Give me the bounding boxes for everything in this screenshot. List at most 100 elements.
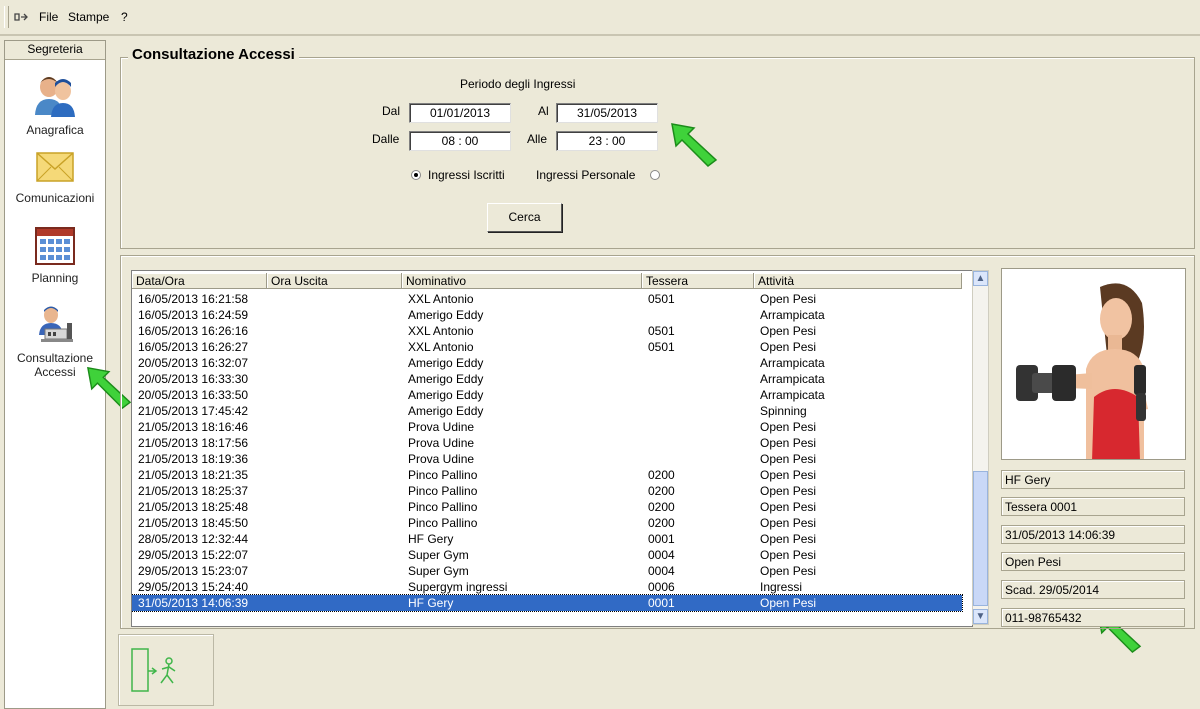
al-label: Al [538, 104, 549, 118]
member-photo-icon [1002, 269, 1185, 459]
radio-ingressi-iscritti[interactable] [411, 170, 421, 180]
table-row[interactable]: 21/05/2013 17:45:42 Amerigo Eddy Spinning [132, 403, 962, 419]
cell-nominativo: HF Gery [408, 532, 454, 546]
table-row[interactable]: 16/05/2013 16:24:59 Amerigo Eddy Arrampica… [132, 307, 962, 323]
sidebar-title: Segreteria [5, 41, 105, 60]
cell-data-ora: 21/05/2013 18:21:35 [138, 468, 249, 482]
time-to-field[interactable]: 23 : 00 [556, 131, 658, 151]
cell-tessera: 0006 [648, 580, 675, 594]
cell-tessera: 0501 [648, 292, 675, 306]
table-row[interactable]: 31/05/2013 14:06:39 HF Gery 0001 Open Pesi [132, 594, 963, 612]
table-row[interactable]: 28/05/2013 12:32:44 HF Gery 0001 Open Pesi [132, 531, 962, 547]
search-button[interactable]: Cerca [487, 203, 562, 232]
cell-tessera: 0200 [648, 468, 675, 482]
cell-data-ora: 21/05/2013 18:45:50 [138, 516, 249, 530]
radio-ingressi-personale[interactable] [650, 170, 660, 180]
table-row[interactable]: 21/05/2013 18:21:35 Pinco Pallino 0200 Open… [132, 467, 962, 483]
table-row[interactable]: 20/05/2013 16:33:30 Amerigo Eddy Arrampica… [132, 371, 962, 387]
cell-nominativo: XXL Antonio [408, 340, 474, 354]
cell-data-ora: 21/05/2013 18:16:46 [138, 420, 249, 434]
cell-nominativo: Amerigo Eddy [408, 388, 484, 402]
cell-nominativo: Prova Udine [408, 452, 475, 466]
cell-attivita: Open Pesi [760, 484, 817, 498]
cell-attivita: Arrampicata [760, 308, 825, 322]
alle-label: Alle [527, 132, 548, 146]
cell-attivita: Open Pesi [760, 532, 817, 546]
radio-ingressi-iscritti-label[interactable]: Ingressi Iscritti [428, 168, 505, 182]
column-header-nominativo[interactable]: Nominativo [402, 273, 642, 289]
cell-data-ora: 21/05/2013 18:19:36 [138, 452, 249, 466]
dal-label: Dal [382, 104, 401, 118]
menu-help[interactable]: ? [121, 10, 128, 24]
cell-data-ora: 21/05/2013 18:25:37 [138, 484, 249, 498]
sidebar-item-planning[interactable]: Planning [5, 227, 105, 285]
scroll-down-icon[interactable]: ▼ [973, 609, 988, 624]
column-header-attivita[interactable]: Attività [754, 273, 962, 289]
detail-activity: Open Pesi [1001, 552, 1185, 571]
table-row[interactable]: 16/05/2013 16:21:58 XXL Antonio 0501 Open P… [132, 291, 962, 307]
table-row[interactable]: 21/05/2013 18:25:37 Pinco Pallino 0200 Open… [132, 483, 962, 499]
cell-data-ora: 28/05/2013 12:32:44 [138, 532, 249, 546]
exit-button[interactable] [118, 634, 214, 706]
sidebar-item-comunicazioni[interactable]: Comunicazioni [5, 149, 105, 205]
detail-expiry: Scad. 29/05/2014 [1001, 580, 1185, 599]
table-row[interactable]: 21/05/2013 18:17:56 Prova Udine Open Pesi [132, 435, 962, 451]
envelope-icon [36, 152, 74, 182]
cell-attivita: Arrampicata [760, 388, 825, 402]
cell-tessera: 0200 [648, 516, 675, 530]
table-row[interactable]: 16/05/2013 16:26:16 XXL Antonio 0501 Open P… [132, 323, 962, 339]
app-icon[interactable] [14, 11, 28, 26]
menu-file[interactable]: File [39, 10, 58, 24]
detail-card: Tessera 0001 [1001, 497, 1185, 516]
cell-data-ora: 29/05/2013 15:22:07 [138, 548, 249, 562]
table-row[interactable]: 21/05/2013 18:16:46 Prova Udine Open Pesi [132, 419, 962, 435]
cell-tessera: 0001 [648, 532, 675, 546]
cell-data-ora: 16/05/2013 16:24:59 [138, 308, 249, 322]
table-row[interactable]: 29/05/2013 15:23:07 Super Gym 0004 Open Pes… [132, 563, 962, 579]
access-list[interactable]: Data/Ora Ora Uscita Nominativo Tessera A… [131, 270, 973, 627]
cell-attivita: Open Pesi [760, 324, 817, 338]
cell-nominativo: Prova Udine [408, 436, 475, 450]
toolbar-grip[interactable] [4, 6, 9, 28]
cell-data-ora: 16/05/2013 16:26:27 [138, 340, 249, 354]
cell-nominativo: Pinco Pallino [408, 516, 478, 530]
detail-name: HF Gery [1001, 470, 1185, 489]
date-from-field[interactable]: 01/01/2013 [409, 103, 511, 123]
sidebar-item-anagrafica[interactable]: Anagrafica [5, 71, 105, 137]
radio-ingressi-personale-label[interactable]: Ingressi Personale [536, 168, 635, 182]
page-title: Consultazione Accessi [128, 46, 299, 63]
table-row[interactable]: 29/05/2013 15:24:40 Supergym ingressi 0006… [132, 579, 962, 595]
time-from-field[interactable]: 08 : 00 [409, 131, 511, 151]
table-row[interactable]: 20/05/2013 16:33:50 Amerigo Eddy Arrampica… [132, 387, 962, 403]
cell-data-ora: 20/05/2013 16:33:50 [138, 388, 249, 402]
cell-attivita: Open Pesi [760, 452, 817, 466]
table-row[interactable]: 20/05/2013 16:32:07 Amerigo Eddy Arrampica… [132, 355, 962, 371]
cell-data-ora: 16/05/2013 16:26:16 [138, 324, 249, 338]
people-icon [35, 77, 75, 117]
table-row[interactable]: 21/05/2013 18:45:50 Pinco Pallino 0200 Open… [132, 515, 962, 531]
cell-attivita: Open Pesi [760, 596, 817, 610]
table-row[interactable]: 21/05/2013 18:19:36 Prova Udine Open Pesi [132, 451, 962, 467]
cell-nominativo: HF Gery [408, 596, 454, 610]
scroll-up-icon[interactable]: ▲ [973, 271, 988, 286]
detail-datetime: 31/05/2013 14:06:39 [1001, 525, 1185, 544]
list-scrollbar[interactable]: ▲ ▼ [972, 270, 989, 625]
cell-attivita: Open Pesi [760, 468, 817, 482]
cell-tessera: 0200 [648, 484, 675, 498]
cell-attivita: Arrampicata [760, 356, 825, 370]
cell-nominativo: Pinco Pallino [408, 500, 478, 514]
menu-stampe[interactable]: Stampe [68, 10, 109, 24]
table-row[interactable]: 21/05/2013 18:25:48 Pinco Pallino 0200 Open… [132, 499, 962, 515]
sidebar-item-label: Anagrafica [26, 123, 84, 137]
table-row[interactable]: 16/05/2013 16:26:27 XXL Antonio 0501 Open P… [132, 339, 962, 355]
annotation-arrow-icon [671, 123, 718, 167]
column-header-data-ora[interactable]: Data/Ora [132, 273, 267, 289]
date-to-field[interactable]: 31/05/2013 [556, 103, 658, 123]
cell-data-ora: 20/05/2013 16:33:30 [138, 372, 249, 386]
cell-data-ora: 31/05/2013 14:06:39 [138, 596, 249, 610]
column-header-tessera[interactable]: Tessera [642, 273, 754, 289]
table-row[interactable]: 29/05/2013 15:22:07 Super Gym 0004 Open Pes… [132, 547, 962, 563]
scroll-thumb[interactable] [973, 471, 988, 606]
cell-nominativo: Amerigo Eddy [408, 404, 484, 418]
column-header-ora-uscita[interactable]: Ora Uscita [267, 273, 402, 289]
